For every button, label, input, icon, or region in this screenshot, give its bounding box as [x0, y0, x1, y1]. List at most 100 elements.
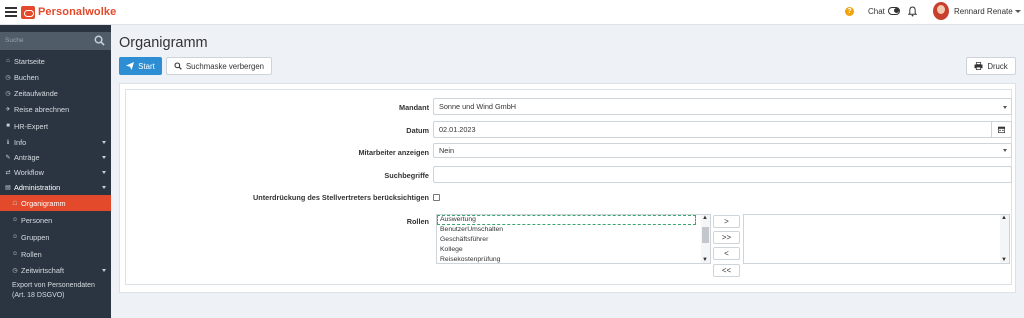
mitarbeiter-anzeigen-select[interactable]: Nein — [433, 143, 1012, 158]
sidebar-item-label: Zeitaufwände — [14, 88, 58, 98]
sidebar-item-buchen[interactable]: ◷ Buchen — [0, 69, 111, 85]
sidebar-item-info[interactable]: ℹ Info — [0, 134, 111, 150]
cloud-logo-icon — [21, 5, 35, 19]
sidebar-item-zeitaufwaende[interactable]: ◷ Zeitaufwände — [0, 85, 111, 101]
chat-toggle[interactable] — [888, 7, 900, 15]
brand-name: Personalwolke — [38, 6, 117, 18]
add-selected-button[interactable]: > — [713, 215, 740, 228]
plane-icon: ✈ — [5, 106, 11, 113]
search-form: Mandant Sonne und Wind GmbH Datum 02.01.… — [125, 89, 1012, 285]
sidebar-item-rollen[interactable]: ☺ Rollen — [0, 246, 111, 262]
print-button[interactable]: Druck — [966, 57, 1016, 75]
sidebar-search[interactable]: Suche — [0, 32, 111, 50]
hide-search-mask-button[interactable]: Suchmaske verbergen — [166, 57, 272, 75]
logo[interactable]: Personalwolke — [21, 5, 116, 19]
scrollbar[interactable]: ▲ ▼ — [1000, 215, 1009, 263]
users-icon: ☺ — [12, 234, 19, 240]
sidebar-item-label: Personen — [21, 215, 53, 225]
rollen-selected-list[interactable]: ▲ ▼ — [743, 214, 1010, 264]
list-item[interactable]: BenutzerUmschalten — [437, 225, 710, 235]
start-button[interactable]: Start — [119, 57, 162, 75]
mandant-select[interactable]: Sonne und Wind GmbH — [433, 98, 1012, 115]
user-icon: ☺ — [12, 251, 19, 257]
sidebar-item-label: HR-Expert — [14, 121, 49, 131]
user-name[interactable]: Rennard Renate — [954, 7, 1013, 16]
sidebar-item-label: Gruppen — [21, 232, 50, 242]
sidebar-item-gruppen[interactable]: ☺ Gruppen — [0, 229, 111, 245]
sidebar-item-personen[interactable]: ☺ Personen — [0, 212, 111, 228]
rollen-available-list[interactable]: Auswertung BenutzerUmschalten Geschäftsf… — [436, 214, 711, 264]
chat-label: Chat — [868, 7, 885, 16]
chevron-down-icon[interactable]: ▼ — [1001, 257, 1007, 263]
sidebar-item-organigramm[interactable]: ☖ Organigramm — [0, 195, 111, 211]
bell-icon[interactable] — [908, 6, 917, 17]
chevron-down-icon — [102, 186, 106, 189]
chevron-down-icon[interactable]: ▼ — [702, 257, 708, 263]
search-input[interactable]: Suche — [5, 37, 23, 44]
remove-all-button[interactable]: << — [713, 264, 740, 277]
workflow-icon: ⇄ — [5, 169, 11, 176]
sidebar-item-hr-expert[interactable]: ■ HR-Expert — [0, 118, 111, 134]
suchbegriffe-label: Suchbegriffe — [384, 171, 429, 180]
suchbegriffe-input[interactable] — [433, 166, 1012, 183]
add-all-button[interactable]: >> — [713, 231, 740, 244]
remove-selected-button[interactable]: < — [713, 247, 740, 260]
datum-input[interactable]: 02.01.2023 — [433, 121, 1012, 138]
page-title: Organigramm — [119, 35, 208, 51]
paper-plane-icon — [126, 62, 135, 70]
avatar[interactable] — [933, 2, 949, 20]
search-icon[interactable] — [94, 35, 105, 46]
hide-search-mask-label: Suchmaske verbergen — [185, 61, 264, 71]
chevron-down-icon — [102, 171, 106, 174]
sidebar-item-workflow[interactable]: ⇄ Workflow — [0, 164, 111, 180]
hamburger-menu-icon[interactable] — [5, 7, 17, 17]
help-icon[interactable]: ? — [845, 7, 854, 16]
scrollbar-thumb[interactable] — [702, 227, 709, 243]
sidebar-item-label: Administration — [14, 182, 61, 192]
sidebar-item-reise-abrechnen[interactable]: ✈ Reise abrechnen — [0, 101, 111, 117]
info-icon: ℹ — [6, 139, 10, 146]
sidebar-item-label: Anträge — [14, 152, 40, 162]
sidebar-item-administration[interactable]: ▤ Administration — [0, 179, 111, 195]
stellvertreter-label: Unterdrückung des Stellvertreters berück… — [253, 193, 429, 202]
search-icon — [174, 62, 182, 70]
mitarbeiter-anzeigen-value: Nein — [439, 146, 455, 155]
org-chart-icon: ☖ — [12, 200, 18, 207]
chevron-down-icon — [102, 269, 106, 272]
top-bar: Personalwolke ? Chat Rennard Renate — [0, 0, 1024, 25]
list-item[interactable]: Reisekostenprüfung — [437, 255, 710, 263]
user-icon: ☺ — [12, 217, 19, 223]
calendar-button[interactable] — [991, 122, 1011, 137]
chevron-down-icon — [102, 156, 106, 159]
chevron-up-icon[interactable]: ▲ — [702, 215, 708, 221]
sidebar-item-label: Info — [14, 137, 27, 147]
list-item[interactable]: Auswertung — [437, 215, 696, 225]
sidebar-item-label: Reise abrechnen — [14, 104, 70, 114]
list-item[interactable]: Kollege — [437, 245, 710, 255]
sidebar-item-antraege[interactable]: ✎ Anträge — [0, 149, 111, 165]
calendar-icon — [998, 126, 1005, 133]
scrollbar[interactable]: ▲ ▼ — [701, 215, 710, 263]
pencil-icon: ✎ — [5, 154, 11, 161]
search-panel: Mandant Sonne und Wind GmbH Datum 02.01.… — [119, 83, 1016, 293]
square-icon: ■ — [6, 123, 10, 129]
chevron-down-icon[interactable] — [1015, 10, 1021, 13]
sidebar-item-startseite[interactable]: ⌂ Startseite — [0, 53, 111, 69]
dropdown-arrow-icon — [1003, 106, 1007, 109]
clock-icon: ◷ — [5, 90, 11, 97]
clock-icon: ◷ — [12, 267, 18, 274]
start-button-label: Start — [138, 61, 155, 71]
datum-value: 02.01.2023 — [439, 125, 476, 134]
mandant-value: Sonne und Wind GmbH — [439, 102, 517, 111]
sidebar-item-export-personendaten[interactable]: Export von Personendaten (Art. 18 DSGVO) — [0, 281, 102, 300]
stellvertreter-checkbox[interactable] — [433, 194, 440, 201]
folder-icon: ▤ — [5, 184, 11, 191]
datum-label: Datum — [406, 126, 429, 135]
home-icon: ⌂ — [6, 58, 10, 64]
chevron-up-icon[interactable]: ▲ — [1001, 215, 1007, 221]
list-item[interactable]: Geschäftsführer — [437, 235, 710, 245]
sidebar-item-zeitwirtschaft[interactable]: ◷ Zeitwirtschaft — [0, 262, 111, 278]
clock-icon: ◷ — [5, 74, 11, 81]
chevron-down-icon — [102, 141, 106, 144]
printer-icon — [974, 62, 983, 70]
